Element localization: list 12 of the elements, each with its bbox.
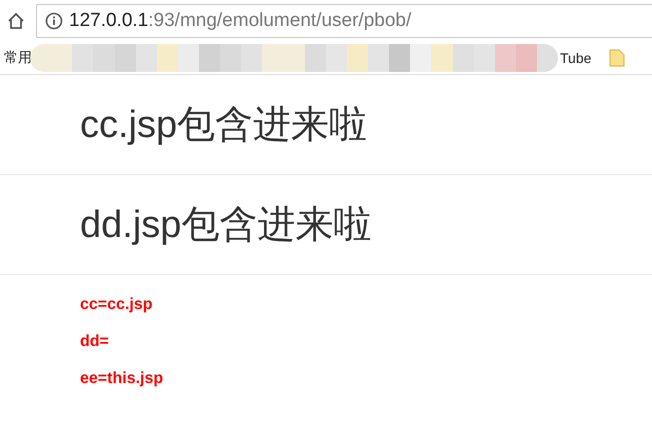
info-icon[interactable]: [45, 12, 63, 30]
url-path: :93/mng/emolument/user/pbob/: [148, 10, 412, 32]
param-text: dd=: [80, 333, 109, 350]
url-host: 127.0.0.1: [69, 10, 148, 32]
home-icon[interactable]: [6, 11, 26, 31]
include-heading: cc.jsp包含进来啦: [80, 103, 368, 148]
bookmark-label[interactable]: 常用: [4, 49, 32, 67]
address-field[interactable]: 127.0.0.1:93/mng/emolument/user/pbob/: [36, 4, 652, 38]
param-text: cc=cc.jsp: [80, 296, 152, 313]
param-text: ee=this.jsp: [80, 370, 164, 387]
include-heading: dd.jsp包含进来啦: [80, 203, 372, 248]
bookmark-label[interactable]: Tube: [560, 50, 592, 66]
